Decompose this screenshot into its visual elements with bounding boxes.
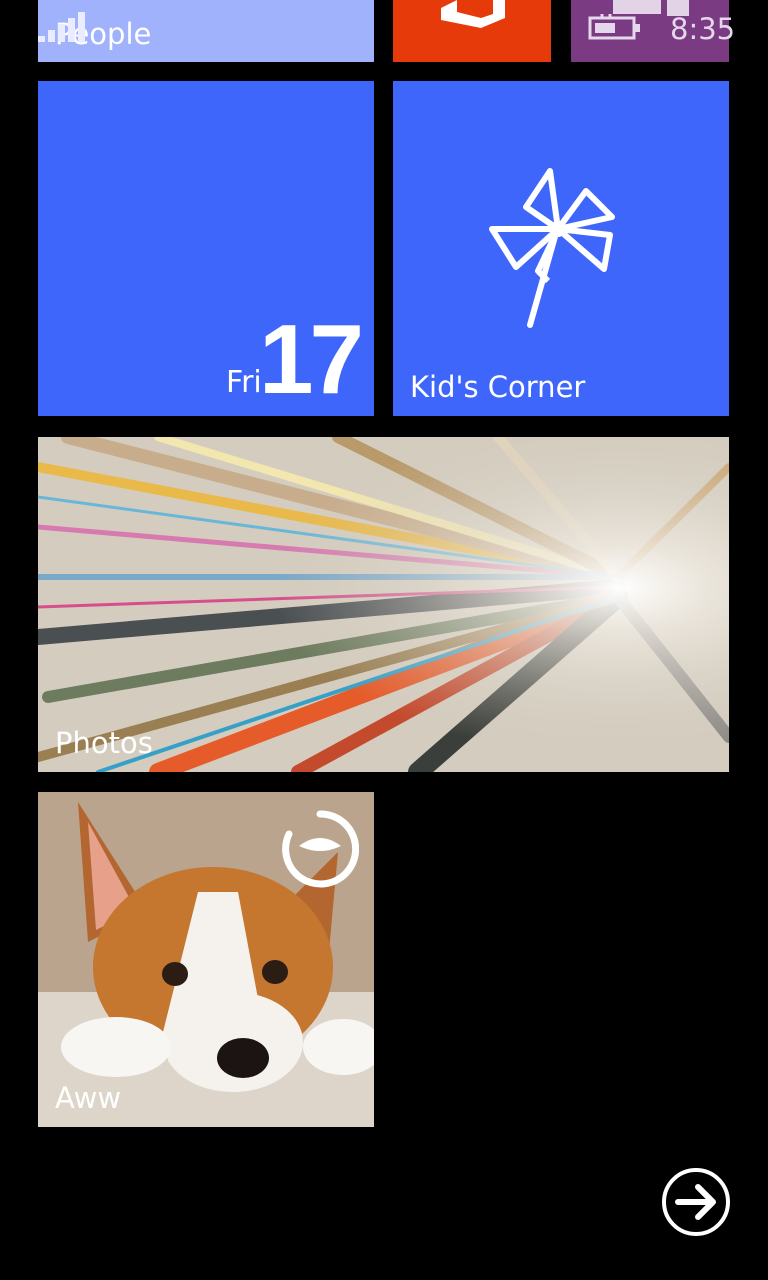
tile-calendar[interactable]: Fri 17 (38, 81, 374, 416)
calendar-day: Fri (226, 365, 262, 400)
start-screen: People 8:35 Fri 17 Kid's Corner Photos A… (0, 0, 768, 1280)
status-bar: 8:35 (0, 0, 768, 62)
app-list-arrow-button[interactable] (660, 1166, 732, 1238)
photos-background-image (38, 437, 729, 772)
tile-photos[interactable]: Photos (38, 437, 729, 772)
pinwheel-icon (489, 168, 615, 328)
calendar-date: 17 (258, 304, 364, 414)
clock: 8:35 (670, 12, 736, 46)
signal-icon (38, 12, 85, 42)
tile-label: Aww (55, 1081, 122, 1115)
tile-kids-corner[interactable]: Kid's Corner (393, 81, 729, 416)
tile-label: Photos (55, 726, 153, 760)
reddit-alien-icon (282, 810, 359, 888)
tile-aww[interactable]: Aww (38, 792, 374, 1127)
tile-label: Kid's Corner (410, 370, 586, 404)
battery-charging-icon (588, 14, 640, 40)
